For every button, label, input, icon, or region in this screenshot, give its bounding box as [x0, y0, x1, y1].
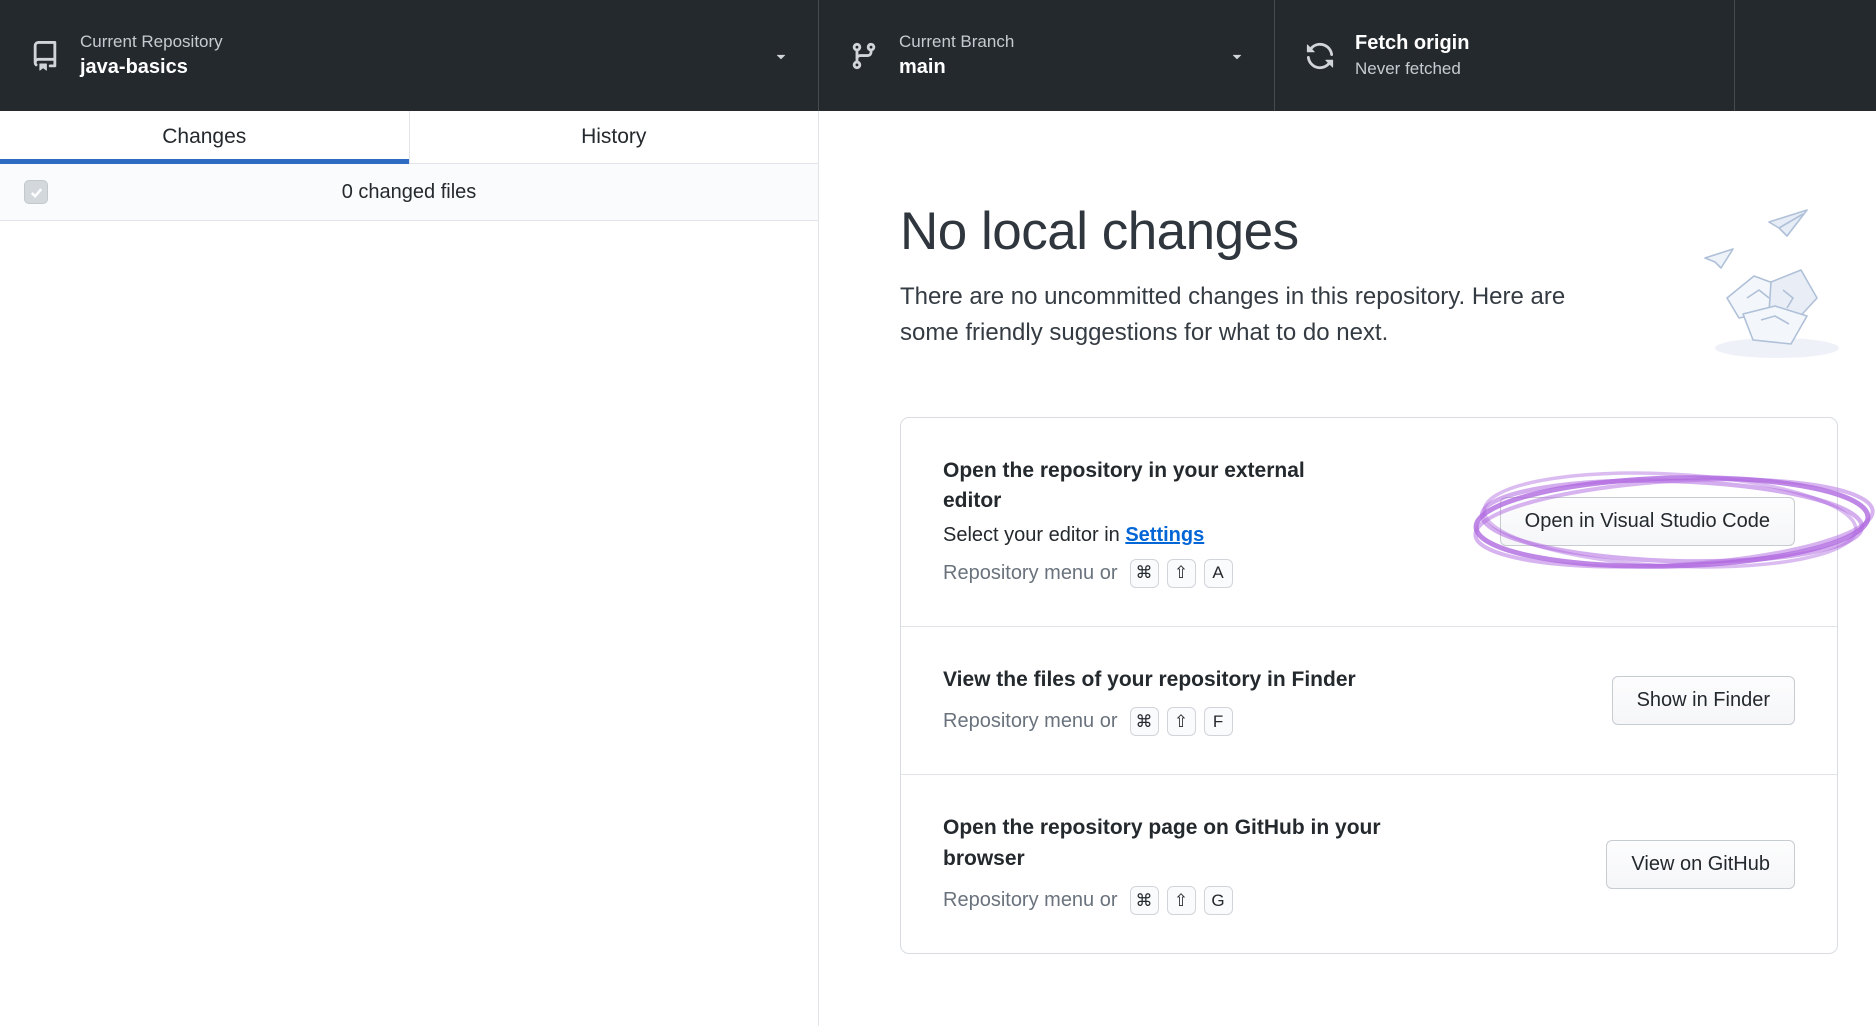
- repo-icon: [30, 40, 62, 72]
- shift-key: ⇧: [1167, 707, 1196, 736]
- suggestion-shortcut: Repository menu or ⌘ ⇧ G: [943, 886, 1566, 915]
- chevron-down-icon: [772, 47, 790, 65]
- shortcut-label: Repository menu or: [943, 562, 1118, 585]
- show-in-finder-button[interactable]: Show in Finder: [1612, 676, 1795, 725]
- current-repository-value: java-basics: [80, 56, 223, 79]
- shortcut-label: Repository menu or: [943, 710, 1118, 733]
- page-title: No local changes: [900, 201, 1299, 262]
- command-key: ⌘: [1130, 886, 1159, 915]
- shift-key: ⇧: [1167, 559, 1196, 588]
- current-branch-value: main: [899, 56, 1014, 79]
- fetch-origin-title: Fetch origin: [1355, 32, 1469, 55]
- command-key: ⌘: [1130, 707, 1159, 736]
- letter-key: G: [1204, 886, 1233, 915]
- view-on-github-button[interactable]: View on GitHub: [1606, 840, 1795, 889]
- tab-history[interactable]: History: [409, 111, 819, 163]
- current-branch-dropdown[interactable]: Current Branch main: [819, 0, 1275, 111]
- open-in-vscode-button[interactable]: Open in Visual Studio Code: [1500, 497, 1795, 546]
- suggestion-show-in-finder: View the files of your repository in Fin…: [901, 626, 1837, 774]
- suggestion-view-on-github: Open the repository page on GitHub in yo…: [901, 774, 1837, 953]
- toolbar-filler: [1735, 0, 1876, 111]
- settings-line-text: Select your editor in: [943, 524, 1125, 546]
- sidebar-tabs: Changes History: [0, 111, 818, 164]
- suggestion-title: Open the repository page on GitHub in yo…: [943, 813, 1443, 874]
- tab-changes[interactable]: Changes: [0, 111, 409, 163]
- suggestion-shortcut: Repository menu or ⌘ ⇧ A: [943, 559, 1460, 588]
- chevron-down-icon: [1228, 47, 1246, 65]
- suggestion-title: View the files of your repository in Fin…: [943, 665, 1572, 695]
- suggestion-settings-line: Select your editor in Settings: [943, 524, 1460, 547]
- suggestion-title: Open the repository in your external edi…: [943, 456, 1363, 517]
- sidebar: Changes History 0 changed files: [0, 111, 819, 1026]
- shortcut-label: Repository menu or: [943, 889, 1118, 912]
- suggestions-card: Open the repository in your external edi…: [900, 417, 1838, 954]
- git-branch-icon: [849, 40, 881, 72]
- suggestion-open-editor: Open the repository in your external edi…: [901, 418, 1837, 626]
- select-all-checkbox[interactable]: [24, 180, 48, 204]
- sync-icon: [1305, 40, 1337, 72]
- current-repository-label: Current Repository: [80, 32, 223, 52]
- changed-files-count: 0 changed files: [0, 181, 818, 204]
- page-subtitle: There are no uncommitted changes in this…: [900, 279, 1630, 351]
- fetch-origin-button[interactable]: Fetch origin Never fetched: [1275, 0, 1735, 111]
- tab-changes-label: Changes: [162, 125, 246, 149]
- settings-link[interactable]: Settings: [1125, 524, 1204, 546]
- changed-files-row: 0 changed files: [0, 164, 818, 221]
- letter-key: F: [1204, 707, 1233, 736]
- shift-key: ⇧: [1167, 886, 1196, 915]
- toolbar: Current Repository java-basics Current B…: [0, 0, 1876, 111]
- current-repository-dropdown[interactable]: Current Repository java-basics: [0, 0, 819, 111]
- letter-key: A: [1204, 559, 1233, 588]
- current-branch-label: Current Branch: [899, 32, 1014, 52]
- main-content: No local changes There are no uncommitte…: [819, 111, 1876, 1026]
- command-key: ⌘: [1130, 559, 1159, 588]
- suggestion-shortcut: Repository menu or ⌘ ⇧ F: [943, 707, 1572, 736]
- fetch-origin-subtitle: Never fetched: [1355, 59, 1469, 79]
- tab-history-label: History: [581, 125, 646, 149]
- check-icon: [29, 185, 44, 200]
- paper-stack-illustration: [1699, 201, 1849, 371]
